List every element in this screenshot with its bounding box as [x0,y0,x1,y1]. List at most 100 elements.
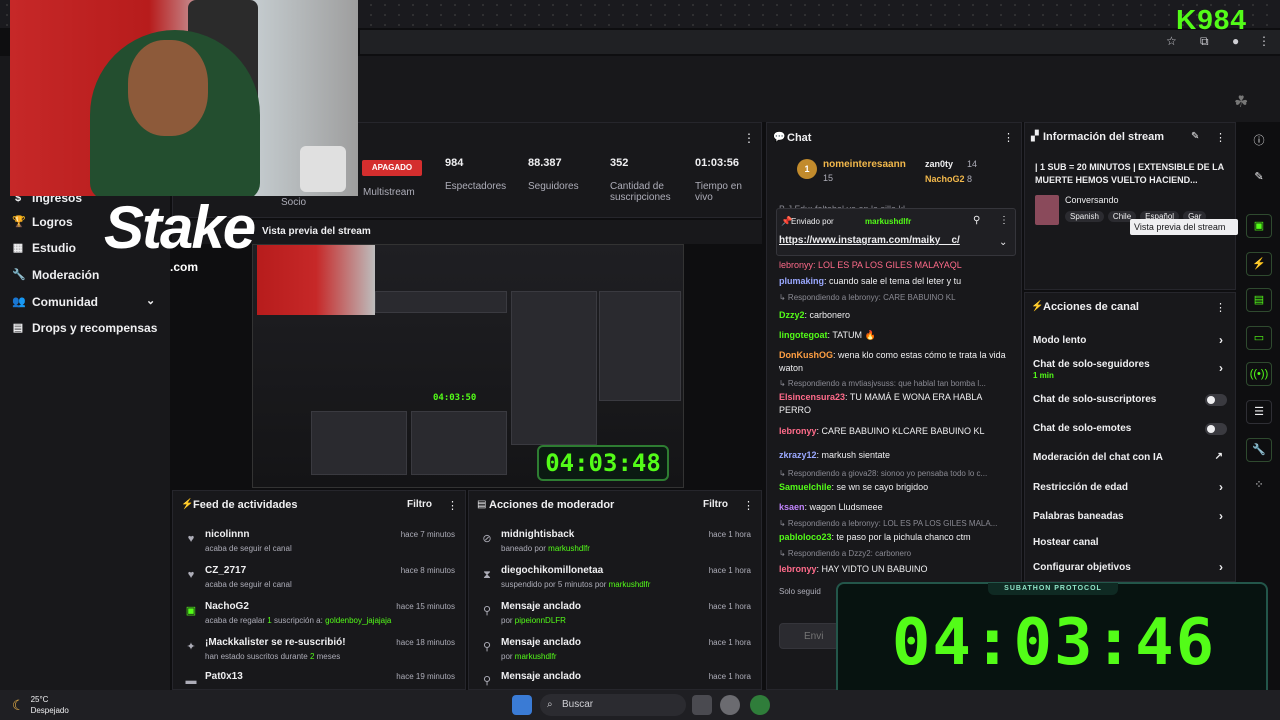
chevron-down-icon[interactable]: ⌄ [999,237,1007,248]
sidebar-item-logros[interactable]: 🏆 Logros [12,212,73,232]
sidebar-item-estudio[interactable]: ▦ Estudio [12,238,76,258]
task-view-icon[interactable] [692,695,712,715]
stream-preview[interactable]: 04:03:50 04:03:48 [252,244,684,488]
chat-username[interactable]: DonKushOG [779,350,833,360]
category-name[interactable]: Conversando [1065,195,1119,205]
sidebar-item-label: Logros [32,215,73,229]
weather-widget[interactable]: ☾ 25°C Despejado [12,694,69,716]
kick-mascot-icon[interactable]: ☘ [1234,92,1248,112]
subs-label: Cantidad de suscripciones [610,181,671,203]
list-icon[interactable]: ☰ [1246,400,1272,424]
action-emotes-only[interactable]: Chat de solo-emotes [1033,423,1229,435]
pinned-by-user[interactable]: markushdlfr [865,217,911,226]
pinned-message[interactable]: 📌 Enviado por markushdlfr ⚲ ⋮ https://ww… [776,208,1016,256]
activity-filter-button[interactable]: Filtro [407,499,432,510]
mod-row: ⧗ diegochikomillonetaa suspendido por 5 mi… [469,563,761,597]
gift-icon: ▣ [185,605,197,617]
feed-row-title[interactable]: Pat0x13 [205,671,243,682]
leaderboard-user[interactable]: zan0ty [925,159,953,169]
more-options-icon[interactable]: ⋮ [743,131,755,145]
windows-start-icon[interactable] [512,695,532,715]
chat-username[interactable]: lebronyy [779,426,817,436]
taskbar-search[interactable]: ⌕ Buscar [540,694,686,716]
more-options-icon[interactable]: ⋮ [1215,131,1226,144]
toggle-switch[interactable] [1205,423,1227,435]
more-options-icon[interactable]: ⋮ [1215,301,1226,314]
info-icon[interactable]: ⓘ [1246,130,1272,154]
action-label: Chat de solo-emotes [1033,423,1132,434]
broadcast-icon[interactable]: ((•)) [1246,362,1272,386]
feed-row-title[interactable]: nicolinnn [205,529,249,540]
activity-feed-title: Feed de actividades [193,499,298,511]
chat-username[interactable]: Samuelchile [779,482,832,492]
mod-row-title[interactable]: Mensaje anclado [501,671,581,682]
preview-toggle-icon[interactable]: ▣ [1246,214,1272,238]
mod-row: ⚲ Mensaje anclado hace 1 hora [469,669,761,689]
overlay-label: SUBATHON PROTOCOL [988,583,1118,595]
chat-username[interactable]: pabloloco23 [779,532,832,542]
mod-sub-user[interactable]: markushdlfr [548,544,590,553]
leaderboard-user[interactable]: nomeinteresaann [823,159,906,170]
action-goals[interactable]: Configurar objetivos › [1033,560,1229,574]
edit-icon[interactable]: ✎ [1246,166,1272,190]
feed-row-title[interactable]: CZ_2717 [205,565,246,576]
chat-username[interactable]: Dzzy2 [779,310,805,320]
mod-row-title[interactable]: diegochikomillonetaa [501,565,603,576]
tag[interactable]: Spanish [1065,211,1104,222]
chevron-down-icon: ⌄ [146,295,156,307]
more-options-icon[interactable]: ⋮ [999,215,1009,226]
action-age-restriction[interactable]: Restricción de edad › [1033,480,1229,494]
add-widget-icon[interactable]: ⁘ [1246,474,1272,498]
category-thumbnail[interactable] [1035,195,1059,225]
action-ai-moderation[interactable]: Moderación del chat con IA ↗ [1033,451,1229,463]
viewers-value: 984 [445,157,464,169]
edit-icon[interactable]: ✎ [1191,131,1199,142]
feed-sub-user[interactable]: goldenboy_jajajaja [325,616,391,625]
chat-username[interactable]: lebronyy [779,564,817,574]
sidebar-item-drops[interactable]: ▤ Drops y recompensas [12,318,158,338]
address-bar[interactable]: ☆ ⧉ ● ⋮ [360,30,1280,54]
mod-filter-button[interactable]: Filtro [703,499,728,510]
mod-row-time: hace 1 hora [708,530,751,539]
app-icon[interactable] [720,695,740,715]
sidebar-item-comunidad[interactable]: 👥 Comunidad ⌄ [12,292,162,312]
chat-reply-context: ↳ Respondiendo a Dzzy2: carbonero [779,549,912,558]
action-banned-words[interactable]: Palabras baneadas › [1033,509,1229,523]
sidebar-item-moderacion[interactable]: 🔧 Moderación [12,265,99,285]
chat-icon[interactable]: ▭ [1246,326,1272,350]
bolt-icon[interactable]: ⚡ [1246,252,1272,276]
feed-row-title[interactable]: NachoG2 [205,601,249,612]
more-options-icon[interactable]: ⋮ [447,499,458,512]
chat-username[interactable]: ksaen [779,502,805,512]
chat-text: : te paso por la pichula chanco ctm [831,532,971,542]
chrome-icon[interactable] [750,695,770,715]
mod-sub-user[interactable]: markushdlfr [515,652,557,661]
trophy-icon: 🏆 [12,216,26,228]
uptime-label: Tiempo en vivo [695,181,742,203]
mod-row-title[interactable]: Mensaje anclado [501,637,581,648]
mod-sub-user[interactable]: pipeionnDLFR [515,616,566,625]
pinned-link[interactable]: https://www.instagram.com/maiky__c/ [779,235,960,246]
chat-username[interactable]: zkrazy12 [779,450,817,460]
chat-username[interactable]: Elsincensura23 [779,392,845,402]
action-followers-only[interactable]: Chat de solo-seguidores 1 min › [1033,359,1229,380]
leaderboard-user[interactable]: NachoG2 [925,174,965,184]
mod-row-title[interactable]: midnightisback [501,529,574,540]
action-subs-only[interactable]: Chat de solo-suscriptores [1033,394,1229,406]
toggle-switch[interactable] [1205,394,1227,406]
mod-sub-user[interactable]: markushdlfr [609,580,651,589]
chat-username[interactable]: lingotegoat [779,330,828,340]
chat-input[interactable] [779,623,839,649]
chat-username[interactable]: plumaking [779,276,824,286]
more-options-icon[interactable]: ⋮ [743,499,754,512]
mod-row: ⊘ midnightisback baneado por markushdlfr ha… [469,527,761,561]
wrench-icon[interactable]: 🔧 [1246,438,1272,462]
mod-row-title[interactable]: Mensaje anclado [501,601,581,612]
action-host-channel[interactable]: Hostear canal [1033,537,1229,548]
unpin-icon[interactable]: ⚲ [973,215,980,226]
feed-icon[interactable]: ▤ [1246,288,1272,312]
feed-row-title[interactable]: ¡Mackkalister se re-suscribió! [205,637,346,648]
more-options-icon[interactable]: ⋮ [1003,131,1014,144]
preview-stats-block [375,291,507,313]
action-slow-mode[interactable]: Modo lento › [1033,333,1229,347]
